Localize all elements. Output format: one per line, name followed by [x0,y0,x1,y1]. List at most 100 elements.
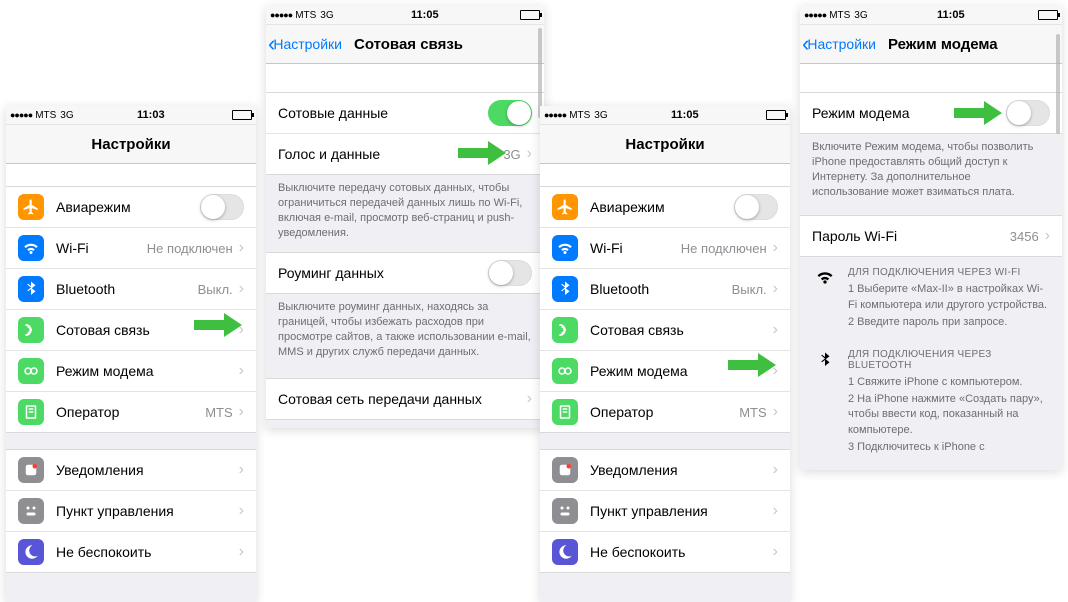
bluetooth-label: Bluetooth [56,281,198,297]
row-cellular[interactable]: Сотовая связь › [6,310,256,351]
phone-cellular: ●●●●● MTS 3G 11:05 ‹ Настройки Сотовая с… [266,6,544,428]
chevron-right-icon: › [239,362,244,380]
row-wifi-password[interactable]: Пароль Wi-Fi 3456 › [800,216,1062,256]
voice-data-label: Голос и данные [278,146,503,162]
nav-header: ‹ Настройки Сотовая связь [266,25,544,64]
row-dnd[interactable]: Не беспокоить › [540,532,790,572]
network-label: 3G [320,10,333,21]
airplane-toggle[interactable] [734,194,778,220]
cellular-label: Сотовая связь [56,322,239,338]
hotspot-note: Включите Режим модема, чтобы позволить i… [800,134,1062,203]
operator-icon [18,399,44,425]
cellular-data-toggle[interactable] [488,100,532,126]
row-wifi[interactable]: Wi-Fi Не подключен › [540,228,790,269]
row-wifi[interactable]: Wi-Fi Не подключен › [6,228,256,269]
nav-header: Настройки [540,125,790,164]
cellular-note-1: Выключите передачу сотовых данных, чтобы… [266,175,544,244]
scrollbar[interactable] [538,28,542,118]
wifi-icon [812,267,838,332]
chevron-right-icon: › [527,145,532,163]
row-control-center[interactable]: Пункт управления › [6,491,256,532]
signal-dots-icon: ●●●●● [804,10,826,20]
airplane-toggle[interactable] [200,194,244,220]
bt-instructions-header: ДЛЯ ПОДКЛЮЧЕНИЯ ЧЕРЕЗ BLUETOOTH [848,349,1050,371]
network-label: 3G [854,10,867,21]
phone-settings-2: ●●●●● MTS 3G 11:05 Настройки Авиарежим W… [540,106,790,602]
row-hotspot[interactable]: Режим модема › [6,351,256,392]
control-center-icon [552,498,578,524]
cellular-list: Сотовые данные Голос и данные 3G › Выклю… [266,92,544,428]
wifi-label: Wi-Fi [590,240,681,256]
row-bluetooth[interactable]: Bluetooth Выкл. › [540,269,790,310]
row-airplane[interactable]: Авиарежим [6,187,256,228]
roaming-toggle[interactable] [488,260,532,286]
dnd-icon [552,539,578,565]
row-operator[interactable]: Оператор MTS › [540,392,790,432]
wifi-icon [18,235,44,261]
notifications-label: Уведомления [56,462,239,478]
row-notifications[interactable]: Уведомления › [6,450,256,491]
airplane-icon [552,194,578,220]
cellular-network-label: Сотовая сеть передачи данных [278,391,527,407]
battery-icon [232,110,252,120]
bt-step-1: 1 Свяжите iPhone с компьютером. [848,375,1050,390]
cellular-note-2: Выключите роуминг данных, находясь за гр… [266,294,544,363]
signal-dots-icon: ●●●●● [10,110,32,120]
operator-value: MTS [739,405,766,420]
page-title: Настройки [540,136,790,153]
chevron-right-icon: › [239,461,244,479]
back-button[interactable]: ‹ Настройки [800,33,876,55]
wifi-password-value: 3456 [1010,229,1039,244]
row-cellular[interactable]: Сотовая связь › [540,310,790,351]
scrollbar[interactable] [1056,34,1060,134]
battery-icon [766,110,786,120]
clock-label: 11:03 [74,109,228,121]
status-bar: ●●●●● MTS 3G 11:05 [540,106,790,125]
chevron-right-icon: › [773,403,778,421]
hotspot-list: Режим модема Включите Режим модема, чтоб… [800,92,1062,470]
row-voice-data[interactable]: Голос и данные 3G › [266,134,544,174]
row-cellular-network[interactable]: Сотовая сеть передачи данных › [266,379,544,419]
carrier-label: MTS [295,10,316,21]
row-notifications[interactable]: Уведомления › [540,450,790,491]
operator-label: Оператор [590,404,739,420]
control-center-label: Пункт управления [56,503,239,519]
network-label: 3G [60,110,73,121]
chevron-right-icon: › [773,502,778,520]
instructions-bluetooth: ДЛЯ ПОДКЛЮЧЕНИЯ ЧЕРЕЗ BLUETOOTH 1 Свяжит… [800,339,1062,464]
bluetooth-icon [18,276,44,302]
row-operator[interactable]: Оператор MTS › [6,392,256,432]
row-roaming[interactable]: Роуминг данных [266,253,544,293]
network-label: 3G [594,110,607,121]
back-button[interactable]: ‹ Настройки [266,33,342,55]
dnd-label: Не беспокоить [590,544,773,560]
status-bar: ●●●●● MTS 3G 11:03 [6,106,256,125]
nav-header: Настройки [6,125,256,164]
row-cellular-data[interactable]: Сотовые данные [266,93,544,134]
dnd-icon [18,539,44,565]
page-title: Сотовая связь [342,36,544,53]
row-hotspot-toggle[interactable]: Режим модема [800,93,1062,133]
wifi-value: Не подключен [147,241,233,256]
bluetooth-icon [812,349,838,458]
nav-header: ‹ Настройки Режим модема [800,25,1062,64]
row-bluetooth[interactable]: Bluetooth Выкл. › [6,269,256,310]
page-title: Режим модема [876,36,1062,53]
notifications-icon [552,457,578,483]
row-control-center[interactable]: Пункт управления › [540,491,790,532]
chevron-right-icon: › [773,461,778,479]
row-airplane[interactable]: Авиарежим [540,187,790,228]
carrier-label: MTS [35,110,56,121]
airplane-label: Авиарежим [590,199,734,215]
operator-label: Оператор [56,404,205,420]
airplane-icon [18,194,44,220]
chevron-right-icon: › [773,321,778,339]
operator-icon [552,399,578,425]
hotspot-toggle[interactable] [1006,100,1050,126]
chevron-right-icon: › [239,543,244,561]
hotspot-label: Режим модема [590,363,773,379]
row-hotspot[interactable]: Режим модема › [540,351,790,392]
wifi-instructions-header: ДЛЯ ПОДКЛЮЧЕНИЯ ЧЕРЕЗ WI-FI [848,267,1050,278]
status-bar: ●●●●● MTS 3G 11:05 [266,6,544,25]
row-dnd[interactable]: Не беспокоить › [6,532,256,572]
